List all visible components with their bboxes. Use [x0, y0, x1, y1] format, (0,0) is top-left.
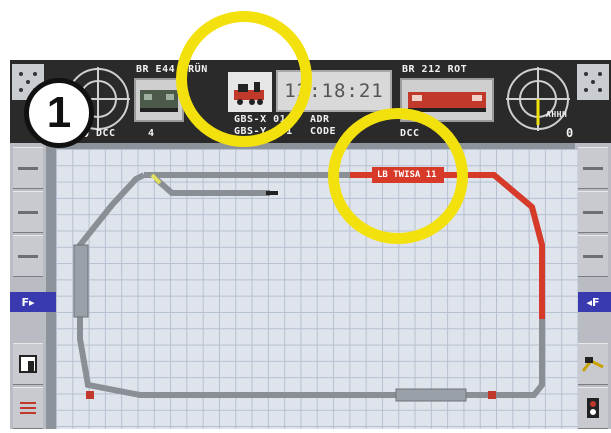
platform-bottom — [395, 388, 467, 402]
track-layout-grid[interactable]: LB TWISA 11 — [56, 149, 578, 429]
list-icon — [20, 402, 36, 414]
function-left-button[interactable]: F▸ — [13, 294, 43, 310]
dash-icon — [18, 210, 38, 214]
block-marker-left — [86, 391, 94, 399]
block-marker-right — [488, 391, 496, 399]
left-slot-button-2[interactable] — [13, 191, 43, 233]
left-address-fragment: 4 — [148, 128, 155, 139]
left-protocol: DCC — [96, 128, 116, 139]
right-slot-button-3[interactable] — [578, 235, 608, 277]
menu-dots-right-button[interactable] — [577, 64, 609, 100]
layout-icon — [19, 355, 37, 373]
speed-dial-right[interactable] — [502, 63, 574, 135]
highlight-ring-loco — [328, 108, 468, 244]
right-slot-button-2[interactable] — [578, 191, 608, 233]
adr-label: ADR — [310, 114, 330, 125]
right-route-button[interactable] — [578, 343, 608, 385]
dash-icon — [583, 254, 603, 258]
dash-icon — [583, 166, 603, 170]
right-loco-name: BR 212 ROT — [402, 64, 468, 75]
right-signal-button[interactable] — [578, 387, 608, 429]
dash-icon — [583, 210, 603, 214]
right-direction-label: AHHH — [546, 110, 568, 119]
right-speed-value: 0 — [566, 126, 574, 140]
dash-icon — [18, 166, 38, 170]
left-list-button[interactable] — [13, 387, 43, 429]
signal-icon — [587, 398, 599, 418]
left-layout-button[interactable] — [13, 343, 43, 385]
code-label: CODE — [310, 126, 337, 137]
track-siding[interactable] — [154, 176, 270, 196]
locomotive-icon — [140, 90, 178, 112]
app-window: ST 0 DCC 4 BR E44 GRÜN 12:18:21 GBS-X — [10, 60, 611, 429]
callout-number-badge: 1 — [24, 78, 94, 148]
platform-left — [73, 244, 89, 318]
function-right-button[interactable]: ◂F — [578, 294, 608, 310]
highlight-ring-clock — [176, 11, 312, 147]
left-sidebar — [10, 143, 46, 429]
dots-icon — [584, 72, 602, 92]
dash-icon — [18, 254, 38, 258]
left-slot-button-1[interactable] — [13, 147, 43, 189]
right-slot-button-1[interactable] — [578, 147, 608, 189]
right-sidebar — [575, 143, 611, 429]
route-icon — [581, 357, 604, 372]
track-loop[interactable] — [77, 172, 545, 398]
track-plan[interactable] — [56, 149, 578, 429]
left-slot-button-3[interactable] — [13, 235, 43, 277]
